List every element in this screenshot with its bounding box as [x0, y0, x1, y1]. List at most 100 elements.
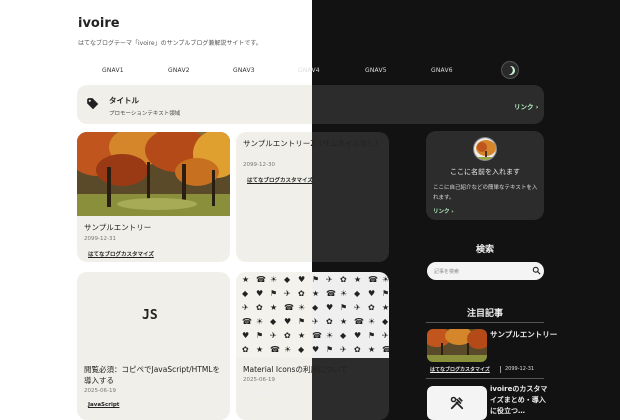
post-category-4[interactable]: HTML/CSS	[247, 390, 278, 396]
svg-text:⚑: ⚑	[312, 275, 319, 284]
post-thumbnail-material-icons[interactable]: ★ ☎ ☀ ◆ ♥ ⚑ ✈ ✿ ★ ☎ ☀ ◆ ♥ ⚑ ✈ ✿ ★ ☎ ☀ ◆ ♥ ⚑ ✈ ✿ ★ ☎ ☀ ◆ ♥ ⚑ ✈ ✿ ★ ☎ ☀ ◆ ♥ ⚑ ✈ ✿…	[236, 272, 389, 358]
svg-text:♥: ♥	[242, 331, 249, 340]
promotion-text: プロモーションテキスト領域	[109, 111, 181, 117]
svg-text:⚑: ⚑	[340, 303, 347, 312]
search-placeholder: 記事を検索	[434, 269, 460, 275]
svg-text:✿: ✿	[368, 303, 375, 312]
svg-text:★: ★	[382, 303, 389, 312]
svg-text:☀: ☀	[382, 275, 389, 284]
post-date-4: 2025-06-19	[243, 377, 275, 383]
search-icon[interactable]	[532, 266, 541, 275]
svg-text:✿: ✿	[284, 331, 291, 340]
svg-text:☎: ☎	[256, 275, 266, 284]
gnav-item-1[interactable]: GNAV1	[102, 67, 124, 74]
svg-text:☀: ☀	[298, 303, 305, 312]
featured-thumbnail-2[interactable]	[427, 386, 487, 420]
moon-icon	[504, 64, 516, 76]
svg-text:✿: ✿	[298, 289, 305, 298]
post-title-1[interactable]: サンプルエントリー	[84, 222, 224, 233]
promotion-title: タイトル	[109, 96, 139, 105]
svg-text:★: ★	[298, 331, 305, 340]
gnav-item-3[interactable]: GNAV3	[233, 67, 255, 74]
svg-text:★: ★	[312, 289, 319, 298]
svg-text:☀: ☀	[326, 331, 333, 340]
promotion-bar[interactable]	[77, 85, 544, 124]
svg-text:✈: ✈	[326, 275, 333, 284]
svg-text:⚑: ⚑	[326, 345, 333, 354]
svg-text:♥: ♥	[298, 275, 305, 284]
svg-text:☎: ☎	[382, 345, 389, 354]
svg-text:☎: ☎	[242, 317, 252, 326]
promotion-link[interactable]: リンク ›	[514, 101, 538, 111]
profile-name: ここに名前を入れます	[450, 168, 520, 176]
svg-text:⚑: ⚑	[256, 331, 263, 340]
featured-title-2[interactable]: ivoireのカスタマイズまとめ・導入に役立つ…	[490, 384, 548, 417]
gnav-item-4[interactable]: GNAV4	[298, 67, 320, 74]
theme-toggle-button[interactable]	[501, 61, 519, 79]
post-title-2[interactable]: サンプルエントリー2（サムネイルなし）	[243, 138, 383, 149]
blog-description: はてなブログテーマ「ivoire」のサンプルブログ兼解説サイトです。	[78, 40, 262, 47]
svg-text:★: ★	[340, 317, 347, 326]
svg-text:★: ★	[256, 345, 263, 354]
gnav-item-6[interactable]: GNAV6	[431, 67, 453, 74]
svg-text:⚑: ⚑	[298, 317, 305, 326]
svg-text:◆: ◆	[298, 345, 305, 354]
svg-text:☀: ☀	[284, 345, 291, 354]
svg-text:♥: ♥	[312, 345, 319, 354]
svg-text:✈: ✈	[382, 331, 389, 340]
gnav-item-5[interactable]: GNAV5	[365, 67, 387, 74]
svg-text:◆: ◆	[340, 331, 347, 340]
post-category-1[interactable]: はてなブログカスタマイズ	[88, 250, 154, 258]
svg-text:★: ★	[270, 303, 277, 312]
featured-date-1: 2099-12-31	[505, 366, 535, 372]
post-category-2[interactable]: はてなブログカスタマイズ	[247, 176, 313, 184]
svg-text:♥: ♥	[326, 303, 333, 312]
profile-avatar	[473, 137, 497, 161]
post-card-3[interactable]	[77, 272, 230, 420]
featured-thumbnail-1[interactable]	[427, 329, 487, 362]
svg-text:◆: ◆	[382, 317, 389, 326]
svg-text:♥: ♥	[284, 317, 291, 326]
svg-text:☎: ☎	[354, 317, 364, 326]
svg-text:✿: ✿	[326, 317, 333, 326]
post-card-2[interactable]	[236, 132, 389, 262]
svg-text:✈: ✈	[284, 289, 291, 298]
post-title-3[interactable]: 閲覧必須：コピペでJavaScript/HTMLを導入する	[84, 364, 224, 386]
svg-text:◆: ◆	[312, 303, 319, 312]
post-date-2: 2099-12-30	[243, 162, 275, 168]
post-thumbnail-autumn[interactable]	[77, 132, 230, 216]
svg-text:✈: ✈	[242, 303, 249, 312]
svg-text:☎: ☎	[326, 289, 336, 298]
featured-category-1[interactable]: はてなブログカスタマイズ	[430, 366, 490, 373]
svg-text:♥: ♥	[368, 289, 375, 298]
svg-text:⚑: ⚑	[382, 289, 389, 298]
search-heading: 検索	[475, 245, 494, 255]
svg-text:☎: ☎	[368, 275, 378, 284]
svg-text:✿: ✿	[340, 275, 347, 284]
svg-text:♥: ♥	[354, 331, 361, 340]
svg-text:✈: ✈	[354, 303, 361, 312]
tag-icon	[87, 98, 99, 110]
post-date-1: 2099-12-31	[84, 236, 116, 242]
profile-link[interactable]: リンク ›	[433, 207, 454, 215]
svg-text:◆: ◆	[354, 289, 361, 298]
svg-text:✈: ✈	[270, 331, 277, 340]
featured-heading: 注目記事	[466, 309, 503, 319]
post-category-3[interactable]: JavaScript	[88, 402, 119, 408]
svg-text:★: ★	[368, 345, 375, 354]
svg-text:☀: ☀	[368, 317, 375, 326]
gnav-item-2[interactable]: GNAV2	[168, 67, 190, 74]
featured-separator	[500, 366, 501, 373]
svg-text:✿: ✿	[354, 345, 361, 354]
svg-text:◆: ◆	[284, 275, 291, 284]
svg-text:✿: ✿	[242, 345, 249, 354]
blog-title[interactable]: ivoire	[78, 16, 120, 31]
post-date-3: 2025-06-19	[84, 388, 116, 394]
featured-title-1[interactable]: サンプルエントリー	[490, 329, 557, 341]
svg-text:☎: ☎	[284, 303, 294, 312]
svg-text:☎: ☎	[270, 345, 280, 354]
svg-text:♥: ♥	[256, 289, 263, 298]
featured-divider	[426, 322, 544, 323]
post-title-4[interactable]: Material Iconsの利用について	[243, 364, 383, 375]
svg-text:★: ★	[354, 275, 361, 284]
